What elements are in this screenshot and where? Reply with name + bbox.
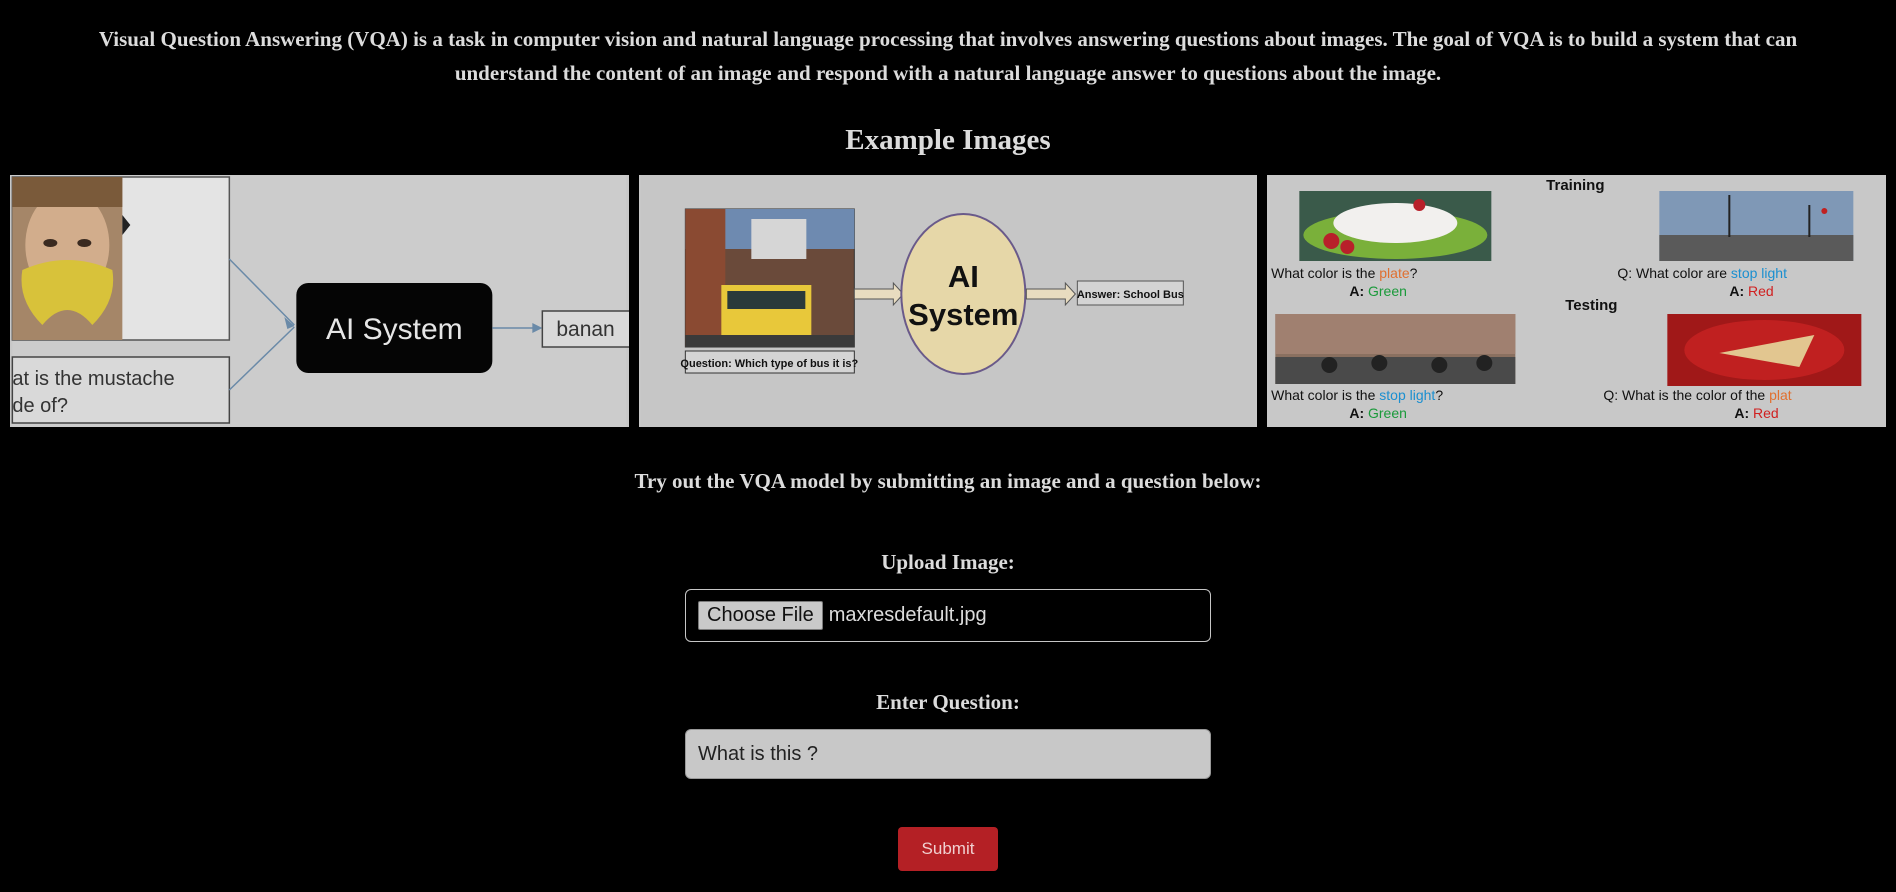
testing-heading: Testing: [1566, 297, 1618, 314]
a2-caption: A: Red: [1730, 283, 1774, 299]
a4-caption: A: Red: [1735, 405, 1779, 421]
q4-caption: Q: What is the color of the plat: [1604, 387, 1792, 403]
ai-system-ellipse: [900, 213, 1027, 375]
example-image-2: Question: Which type of bus it is? AI Sy…: [638, 175, 1258, 427]
submit-button[interactable]: Submit: [898, 827, 998, 871]
selected-file-name: maxresdefault.jpg: [828, 604, 987, 626]
a1-caption: A: Green: [1350, 283, 1408, 299]
q3-caption: : What color is the stop light?: [1267, 387, 1443, 403]
example-2-diagram: Question: Which type of bus it is? AI Sy…: [641, 175, 1256, 427]
upload-image-label: Upload Image:: [881, 550, 1015, 574]
example-images-title: Example Images: [845, 124, 1051, 156]
a3-caption: A: Green: [1350, 405, 1408, 421]
question-input[interactable]: [685, 729, 1211, 779]
training-heading: Training: [1547, 177, 1605, 194]
choose-file-button[interactable]: Choose File: [698, 601, 823, 630]
ai-system-label: AI System: [326, 313, 463, 346]
intro-paragraph: Visual Question Answering (VQA) is a tas…: [0, 0, 1896, 90]
example-image-1: at is the mustache de of? AI System bana…: [10, 175, 629, 427]
question-line-1: at is the mustache: [12, 368, 174, 390]
bus-question: Question: Which type of bus it is?: [680, 358, 858, 370]
question-line-2: de of?: [12, 395, 68, 417]
file-input[interactable]: Choose File maxresdefault.jpg: [685, 589, 1211, 642]
intro-line-1: Visual Question Answering (VQA) is a tas…: [98, 27, 1798, 51]
ai-label-1: AI: [948, 259, 979, 294]
answer-text: banan: [556, 318, 614, 341]
q1-caption: : What color is the plate?: [1267, 265, 1418, 281]
q2-caption: Q: What color are stop light: [1618, 265, 1788, 281]
example-images-row: at is the mustache de of? AI System bana…: [10, 175, 1887, 427]
example-3-diagram: Training : What color is the plate? A: G…: [1267, 175, 1884, 427]
ai-label-2: System: [908, 297, 1018, 332]
bus-answer: Answer: School Bus: [1077, 289, 1184, 301]
example-image-3: Training : What color is the plate? A: G…: [1267, 175, 1887, 427]
try-prompt: Try out the VQA model by submitting an i…: [634, 469, 1262, 493]
submit-wrap: Submit: [0, 827, 1896, 871]
intro-line-2: understand the content of an image and r…: [454, 61, 1442, 85]
example-1-diagram: at is the mustache de of? AI System bana…: [11, 175, 629, 427]
enter-question-label: Enter Question:: [876, 690, 1020, 714]
